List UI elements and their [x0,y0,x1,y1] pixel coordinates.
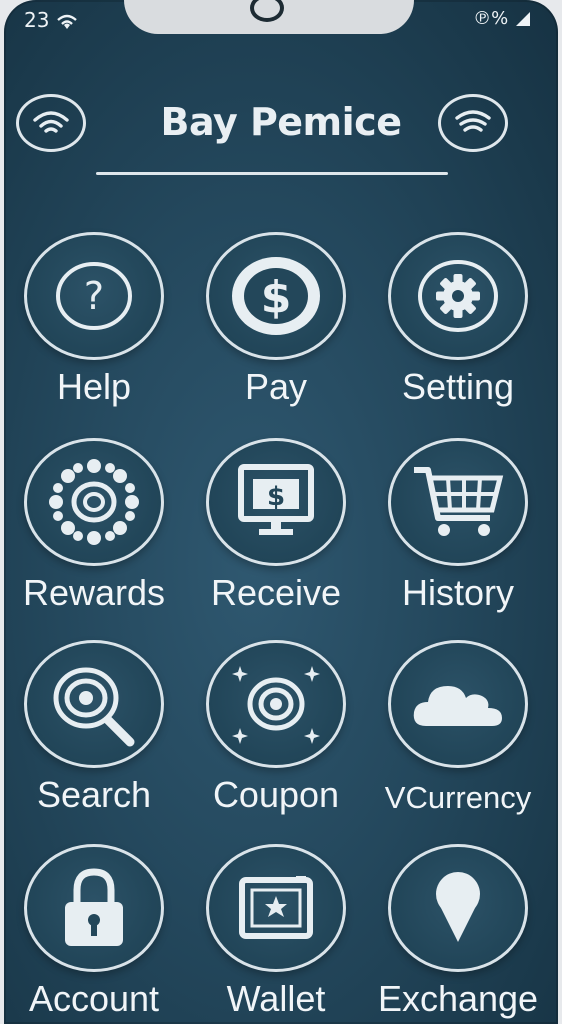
coupon-button[interactable] [206,640,346,768]
header-right-wifi-icon[interactable] [438,94,508,152]
grid-item-receive[interactable]: $ Receive [186,438,366,614]
rewards-button[interactable] [24,438,164,566]
grid-label: History [401,572,514,613]
pin-icon [428,868,488,948]
dollar-glyph: $ [261,272,292,323]
grid-item-help[interactable]: ? Help [4,232,184,408]
title-divider [96,172,448,175]
grid-item-coupon[interactable]: Coupon [186,640,366,816]
grid-label: Setting [401,366,515,407]
grid-label: Rewards [22,572,166,613]
grid-item-wallet[interactable]: Wallet [186,844,366,1020]
gear-icon [416,258,500,334]
grid-item-exchange[interactable]: Exchange [368,844,548,1020]
monitor-money-icon: $ [233,461,319,543]
lock-icon [59,866,129,950]
grid-item-pay[interactable]: $ Pay [186,232,366,408]
status-bar-left: 23 [24,8,78,32]
grid-item-vcurrency[interactable]: VCurrency [368,640,548,816]
account-button[interactable] [24,844,164,972]
status-indicator: ℗% [473,8,509,29]
question-icon: ? [54,260,134,332]
target-sparkle-icon [226,658,326,750]
rewards-dots-icon [36,452,152,552]
battery-icon [514,8,532,29]
signal-icon [56,8,78,32]
cloud-icon [408,674,508,734]
wallet-star-icon [236,872,316,944]
status-time: 23 [24,8,50,32]
receive-button[interactable]: $ [206,438,346,566]
grid-label: Search [36,774,152,815]
wallet-button[interactable] [206,844,346,972]
pay-button[interactable]: $ [206,232,346,360]
grid-item-setting[interactable]: Setting [368,232,548,408]
search-button[interactable] [24,640,164,768]
grid-label: Pay [244,366,308,407]
help-button[interactable]: ? [24,232,164,360]
grid-label: Account [28,978,160,1019]
cart-icon [408,460,508,544]
grid-label: Receive [210,572,342,613]
grid-label: VCurrency [384,780,532,815]
grid-item-rewards[interactable]: Rewards [4,438,184,614]
status-bar-right: ℗% [473,8,532,29]
setting-button[interactable] [388,232,528,360]
svg-text:?: ? [84,274,104,318]
vcurrency-button[interactable] [388,640,528,768]
grid-label: Exchange [377,978,539,1019]
grid-item-search[interactable]: Search [4,640,184,816]
history-button[interactable] [388,438,528,566]
grid-label: Help [56,366,132,407]
dollar-icon: $ [229,254,323,338]
grid-label: Wallet [226,978,326,1019]
phone-screen: 23 ℗% Bay Pemice ? Help $ Pay Setting Re… [4,0,558,1024]
exchange-button[interactable] [388,844,528,972]
grid-label: Coupon [212,774,340,815]
grid-item-history[interactable]: History [368,438,548,614]
grid-item-account[interactable]: Account [4,844,184,1020]
receive-glyph: $ [267,482,285,512]
search-target-icon [46,660,142,748]
